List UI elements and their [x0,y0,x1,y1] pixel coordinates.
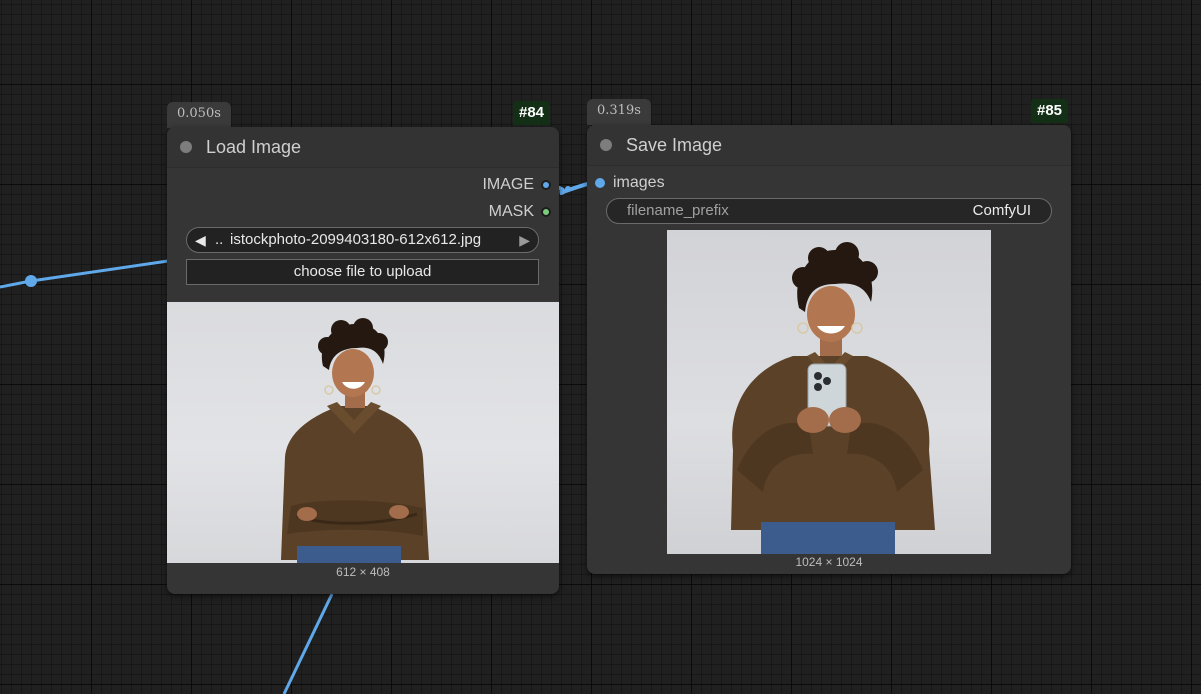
triangle-left-icon[interactable]: ◀ [195,228,206,252]
filename-prefix-label: filename_prefix [627,202,729,219]
mask-output-label: MASK [488,203,534,220]
image-select-combo[interactable]: ◀ .. istockphoto-2099403180-612x612.jpg … [186,227,539,253]
images-input-label: images [613,174,665,191]
node-header[interactable]: Save Image [587,125,1071,166]
image-dimensions-label: 1024 × 1024 [795,555,863,569]
incoming-link-wire[interactable] [0,259,169,289]
node-title: Load Image [206,137,302,157]
execution-time-badge: 0.319s [587,99,651,125]
node-title: Save Image [626,135,723,155]
node-header[interactable]: Load Image [167,127,559,168]
collapse-dot-icon[interactable] [600,139,612,151]
collapse-dot-icon[interactable] [180,141,192,153]
combo-prefix: .. [215,231,224,248]
filename-prefix-value: ComfyUI [972,202,1031,219]
mask-output-slot-icon[interactable] [541,207,551,217]
image-preview [667,230,991,554]
choose-file-upload-button[interactable]: choose file to upload [186,259,539,285]
woman-crossed-arms-photo [281,318,429,563]
image-dimensions-label: 612 × 408 [336,565,390,579]
selected-filename: istockphoto-2099403180-612x612.jpg [230,231,482,248]
image-preview [167,302,559,563]
node-id-badge: #85 [1031,99,1069,123]
outgoing-link-wire[interactable] [282,593,334,694]
save-image-node[interactable]: Save Image images filename_prefix ComfyU… [587,125,1071,574]
image-output-label: IMAGE [482,176,534,193]
link-center-dot-icon[interactable] [565,186,571,192]
triangle-right-icon[interactable]: ▶ [519,228,530,252]
execution-time-badge: 0.050s [167,102,231,128]
woman-holding-phone-photo [731,242,935,554]
load-image-node[interactable]: Load Image IMAGE MASK ◀ .. istockphoto-2… [167,127,559,594]
images-input-slot-icon[interactable] [595,178,605,188]
link-midpoint-icon[interactable] [25,275,37,287]
filename-prefix-field[interactable]: filename_prefix ComfyUI [606,198,1052,224]
image-output-slot-icon[interactable] [541,180,551,190]
node-id-badge: #84 [513,101,551,125]
